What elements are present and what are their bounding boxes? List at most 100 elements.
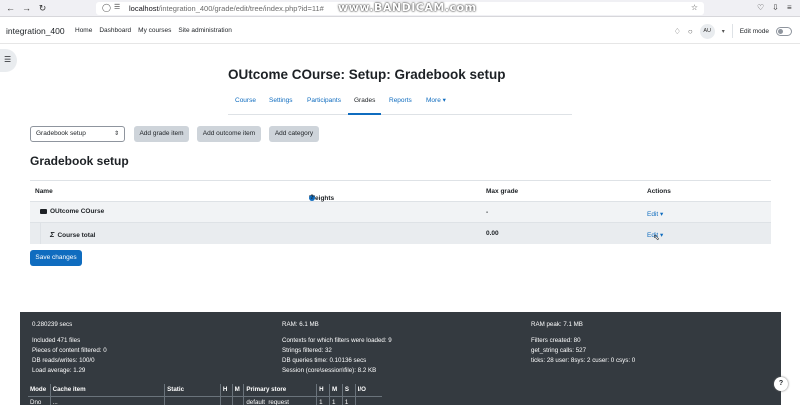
nav-dashboard[interactable]: Dashboard bbox=[99, 27, 131, 34]
tab-grades[interactable]: Grades bbox=[348, 96, 382, 115]
cache-header-static: Static bbox=[164, 384, 221, 397]
perf-included-files: Included 471 files bbox=[32, 337, 81, 344]
course-index-toggle[interactable]: ☰ bbox=[0, 49, 17, 72]
cache-cell: Dno bbox=[28, 396, 51, 405]
primary-navigation: Home Dashboard My courses Site administr… bbox=[75, 27, 232, 34]
secondary-navigation: Course Settings Participants Grades Repo… bbox=[228, 93, 572, 115]
mouse-cursor-icon: ⬁ bbox=[653, 233, 660, 242]
reload-icon[interactable]: ↻ bbox=[37, 3, 48, 14]
notification-bell-icon[interactable]: ♢ bbox=[674, 27, 681, 36]
cache-header-m2: M bbox=[329, 384, 343, 397]
cache-table-header: Mode Cache item Static H M Primary store… bbox=[28, 384, 382, 397]
chevron-down-icon: ▾ bbox=[442, 97, 446, 104]
tab-reports[interactable]: Reports bbox=[389, 96, 412, 115]
downloads-icon[interactable]: ⇩ bbox=[772, 3, 779, 12]
cache-header-primary-store: Primary store bbox=[243, 384, 318, 397]
cache-header-h: H bbox=[220, 384, 233, 397]
sigma-icon: Σ bbox=[50, 230, 55, 239]
select-arrows-icon: ⇕ bbox=[113, 131, 119, 137]
cache-cell bbox=[164, 396, 221, 405]
add-grade-item-button[interactable]: Add grade item bbox=[134, 126, 189, 142]
save-changes-button[interactable]: Save changes bbox=[30, 250, 82, 266]
perf-session: Session (core\session\file): 8.2 KB bbox=[282, 367, 377, 374]
bookmark-star-icon[interactable]: ☆ bbox=[691, 3, 698, 12]
add-category-button[interactable]: Add category bbox=[269, 126, 319, 142]
nav-my-courses[interactable]: My courses bbox=[138, 27, 171, 34]
menu-icon[interactable]: ≡ bbox=[787, 3, 792, 12]
tab-settings[interactable]: Settings bbox=[269, 96, 293, 115]
cache-cell: ... bbox=[50, 396, 166, 405]
tab-course[interactable]: Course bbox=[235, 96, 256, 115]
navbar-divider bbox=[731, 24, 733, 38]
cache-header-s: S bbox=[342, 384, 356, 397]
list-icon: ☰ bbox=[4, 55, 12, 64]
perf-ticks: ticks: 28 user: 8sys: 2 cuser: 0 csys: 0 bbox=[531, 357, 636, 364]
perf-strings-filtered: Strings filtered: 32 bbox=[282, 347, 332, 354]
folder-icon bbox=[40, 208, 47, 214]
perf-column-1: 0.280239 secs Included 471 files Pieces … bbox=[32, 320, 107, 376]
cache-header-h2: H bbox=[316, 384, 330, 397]
max-grade-cell: - bbox=[486, 209, 489, 216]
perf-db-query-time: DB queries time: 0.10136 secs bbox=[282, 357, 367, 364]
cache-header-m: M bbox=[232, 384, 245, 397]
course-total-name-cell: Σ Course total bbox=[50, 230, 95, 239]
nav-site-administration[interactable]: Site administration bbox=[178, 27, 231, 34]
cache-cell: default_request bbox=[243, 396, 318, 405]
cache-usage-table: Mode Cache item Static H M Primary store… bbox=[28, 384, 382, 405]
edit-category-menu[interactable]: Edit ▾ bbox=[647, 210, 663, 218]
site-name-link[interactable]: integration_400 bbox=[6, 26, 65, 36]
chevron-down-icon: ▾ bbox=[660, 211, 664, 218]
perf-contexts: Contexts for which filters were loaded: … bbox=[282, 337, 392, 344]
perf-column-3: RAM peak: 7.1 MB Filters created: 80 get… bbox=[531, 320, 635, 366]
perf-filters-created: Filters created: 80 bbox=[531, 337, 581, 344]
cache-cell: 1 bbox=[329, 396, 343, 405]
pocket-icon[interactable]: ♡ bbox=[757, 3, 764, 12]
course-total-name: Course total bbox=[57, 232, 96, 239]
select-value: Gradebook setup bbox=[36, 130, 86, 137]
perf-db-reads: DB reads/writes: 100/0 bbox=[32, 357, 95, 364]
column-header-max-grade: Max grade bbox=[486, 188, 519, 195]
chevron-down-icon: ▾ bbox=[660, 232, 664, 239]
cache-cell: 1 bbox=[316, 396, 330, 405]
table-row: Dno ... default_request 1 1 1 bbox=[28, 396, 382, 405]
browser-toolbar: ← → ↻ ◯ ☰ localhost/integration_400/grad… bbox=[0, 0, 800, 17]
help-button[interactable]: ? bbox=[774, 377, 788, 391]
performance-footer: 0.280239 secs Included 471 files Pieces … bbox=[20, 312, 781, 405]
perf-get-string-calls: get_string calls: 527 bbox=[531, 347, 587, 354]
tab-more[interactable]: More ▾ bbox=[426, 96, 446, 115]
perf-time: 0.280239 secs bbox=[32, 321, 73, 328]
perf-content-filtered: Pieces of content filtered: 0 bbox=[32, 347, 107, 354]
column-header-actions: Actions bbox=[647, 188, 671, 195]
gradebook-navigation-select[interactable]: Gradebook setup ⇕ bbox=[30, 126, 125, 142]
shield-icon: ◯ bbox=[102, 3, 111, 12]
page-info-icon[interactable]: ☰ bbox=[114, 3, 120, 11]
back-arrow-icon[interactable]: ← bbox=[5, 3, 16, 14]
user-avatar[interactable]: AU bbox=[699, 23, 715, 39]
cache-cell bbox=[220, 396, 233, 405]
add-outcome-item-button[interactable]: Add outcome item bbox=[197, 126, 261, 142]
column-header-name: Name bbox=[35, 188, 53, 195]
category-name: OUtcome COurse bbox=[50, 208, 105, 215]
cache-cell: 1 bbox=[342, 396, 356, 405]
tab-participants[interactable]: Participants bbox=[307, 96, 341, 115]
table-row: OUtcome COurse - Edit ▾ bbox=[30, 202, 771, 223]
perf-ram-peak: RAM peak: 7.1 MB bbox=[531, 321, 583, 328]
help-info-icon[interactable]: ? bbox=[309, 194, 315, 201]
category-name-cell: OUtcome COurse bbox=[40, 208, 104, 215]
perf-load-average: Load average: 1.29 bbox=[32, 367, 86, 374]
url-text[interactable]: localhost/integration_400/grade/edit/tre… bbox=[129, 4, 324, 13]
cache-header-item: Cache item bbox=[50, 384, 166, 397]
user-menu-chevron-icon[interactable]: ▾ bbox=[722, 28, 725, 35]
section-heading: Gradebook setup bbox=[30, 154, 129, 168]
recording-watermark: www.BANDICAM.com bbox=[338, 1, 477, 14]
page-title: OUtcome COurse: Setup: Gradebook setup bbox=[228, 67, 506, 82]
edit-mode-toggle[interactable] bbox=[776, 26, 792, 36]
perf-ram: RAM: 6.1 MB bbox=[282, 321, 319, 328]
nav-home[interactable]: Home bbox=[75, 27, 92, 34]
cache-cell bbox=[232, 396, 245, 405]
edit-mode-label: Edit mode bbox=[739, 27, 769, 35]
site-navbar: integration_400 Home Dashboard My course… bbox=[0, 18, 800, 44]
perf-column-2: RAM: 6.1 MB Contexts for which filters w… bbox=[282, 320, 392, 376]
messages-icon[interactable]: ○ bbox=[688, 27, 693, 36]
forward-arrow-icon[interactable]: → bbox=[21, 3, 32, 14]
